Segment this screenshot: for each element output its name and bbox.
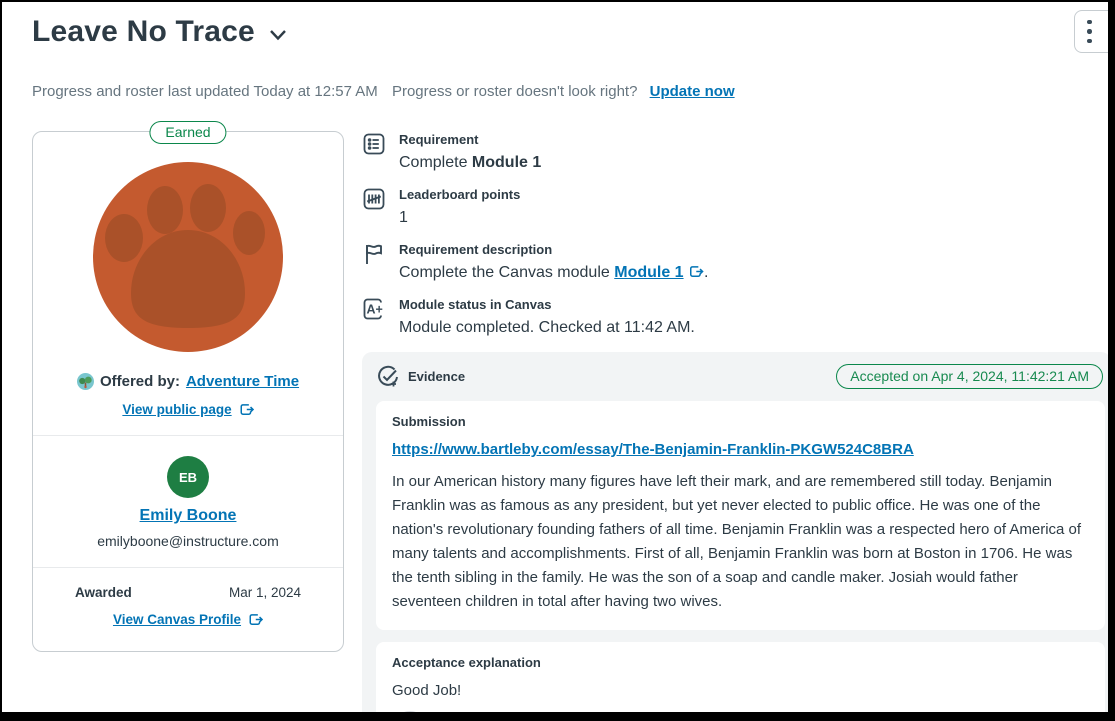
earned-status-badge: Earned bbox=[149, 121, 227, 144]
description-suffix: . bbox=[704, 264, 709, 281]
submission-text: In our American history many figures hav… bbox=[392, 473, 1082, 610]
external-link-icon bbox=[249, 614, 264, 625]
page-header: Leave No Trace bbox=[2, 2, 1108, 53]
requirement-details: Requirement Complete Module 1 Leaderboar… bbox=[362, 131, 1108, 712]
requirement-module-name: Module 1 bbox=[471, 154, 542, 171]
submission-url-link[interactable]: https://www.bartleby.com/essay/The-Benja… bbox=[392, 441, 914, 458]
card-divider bbox=[33, 435, 343, 436]
description-label: Requirement description bbox=[399, 242, 553, 257]
accepter-avatar: DR bbox=[392, 711, 428, 712]
module-status-label: Module status in Canvas bbox=[399, 297, 552, 312]
recipient-avatar: EB bbox=[167, 456, 209, 498]
badge-image-paw bbox=[93, 162, 283, 352]
module-status-value: Module completed. Checked at 11:42 AM. bbox=[399, 319, 695, 336]
kebab-dot bbox=[1087, 19, 1092, 25]
acceptance-heading: Acceptance explanation bbox=[392, 655, 541, 670]
chevron-down-icon[interactable] bbox=[269, 29, 287, 41]
flag-icon bbox=[366, 244, 382, 264]
requirement-row: Requirement Complete Module 1 bbox=[362, 131, 1108, 173]
view-canvas-profile-link[interactable]: View Canvas Profile bbox=[113, 612, 241, 627]
update-question-text: Progress or roster doesn't look right? bbox=[391, 83, 638, 100]
evidence-label: Evidence bbox=[408, 369, 466, 384]
kebab-dot bbox=[1087, 38, 1092, 44]
svg-text:A+: A+ bbox=[367, 303, 383, 317]
acceptance-comment: Good Job! bbox=[392, 682, 462, 699]
submission-heading: Submission bbox=[392, 414, 466, 429]
page-title: Leave No Trace bbox=[32, 15, 255, 48]
screenshot-frame: Leave No Trace Progress and roster last … bbox=[0, 0, 1115, 721]
offered-by-label: Offered by: bbox=[99, 373, 180, 390]
organization-link[interactable]: Adventure Time bbox=[186, 373, 299, 390]
update-now-link[interactable]: Update now bbox=[650, 83, 735, 100]
module-status-row: A+ Module status in Canvas Module comple… bbox=[362, 296, 1108, 338]
kebab-dot bbox=[1087, 29, 1092, 34]
awarded-label: Awarded bbox=[75, 585, 132, 600]
recipient-email: emilyboone@instructure.com bbox=[97, 533, 279, 549]
evidence-section: Evidence Accepted on Apr 4, 2024, 11:42:… bbox=[362, 352, 1108, 712]
description-text: Complete the Canvas module bbox=[399, 264, 615, 281]
external-link-icon bbox=[690, 266, 704, 277]
view-public-page-link[interactable]: View public page bbox=[122, 402, 231, 417]
leaderboard-label: Leaderboard points bbox=[399, 187, 521, 202]
status-line: Progress and roster last updated Today a… bbox=[32, 83, 1108, 100]
requirement-label: Requirement bbox=[399, 132, 479, 147]
credential-page: Leave No Trace Progress and roster last … bbox=[2, 2, 1108, 712]
badge-card: Earned Offered by: Adventure Time View p… bbox=[32, 121, 344, 652]
grade-a-plus-icon: A+ bbox=[363, 298, 383, 320]
external-link-icon bbox=[240, 404, 254, 415]
module-link[interactable]: Module 1 bbox=[614, 264, 683, 281]
organization-logo-icon bbox=[76, 373, 94, 390]
requirement-description-row: Requirement description Complete the Can… bbox=[362, 241, 1108, 283]
check-circle-plus-icon bbox=[378, 365, 398, 386]
accepted-status-badge: Accepted on Apr 4, 2024, 11:42:21 AM bbox=[836, 364, 1103, 389]
leaderboard-points-row: Leaderboard points 1 bbox=[362, 186, 1108, 228]
acceptance-card: Acceptance explanation Good Job! DR Acce… bbox=[376, 642, 1105, 712]
tally-icon bbox=[363, 188, 385, 210]
awarded-date: Mar 1, 2024 bbox=[228, 585, 301, 600]
checklist-icon bbox=[363, 133, 385, 155]
more-options-button[interactable] bbox=[1074, 10, 1108, 53]
last-updated-text: Progress and roster last updated Today a… bbox=[32, 83, 378, 100]
card-divider bbox=[33, 567, 343, 568]
recipient-name-link[interactable]: Emily Boone bbox=[33, 507, 343, 525]
leaderboard-value: 1 bbox=[399, 209, 408, 226]
submission-card: Submission https://www.bartleby.com/essa… bbox=[376, 401, 1105, 630]
requirement-value-text: Complete bbox=[399, 154, 472, 171]
